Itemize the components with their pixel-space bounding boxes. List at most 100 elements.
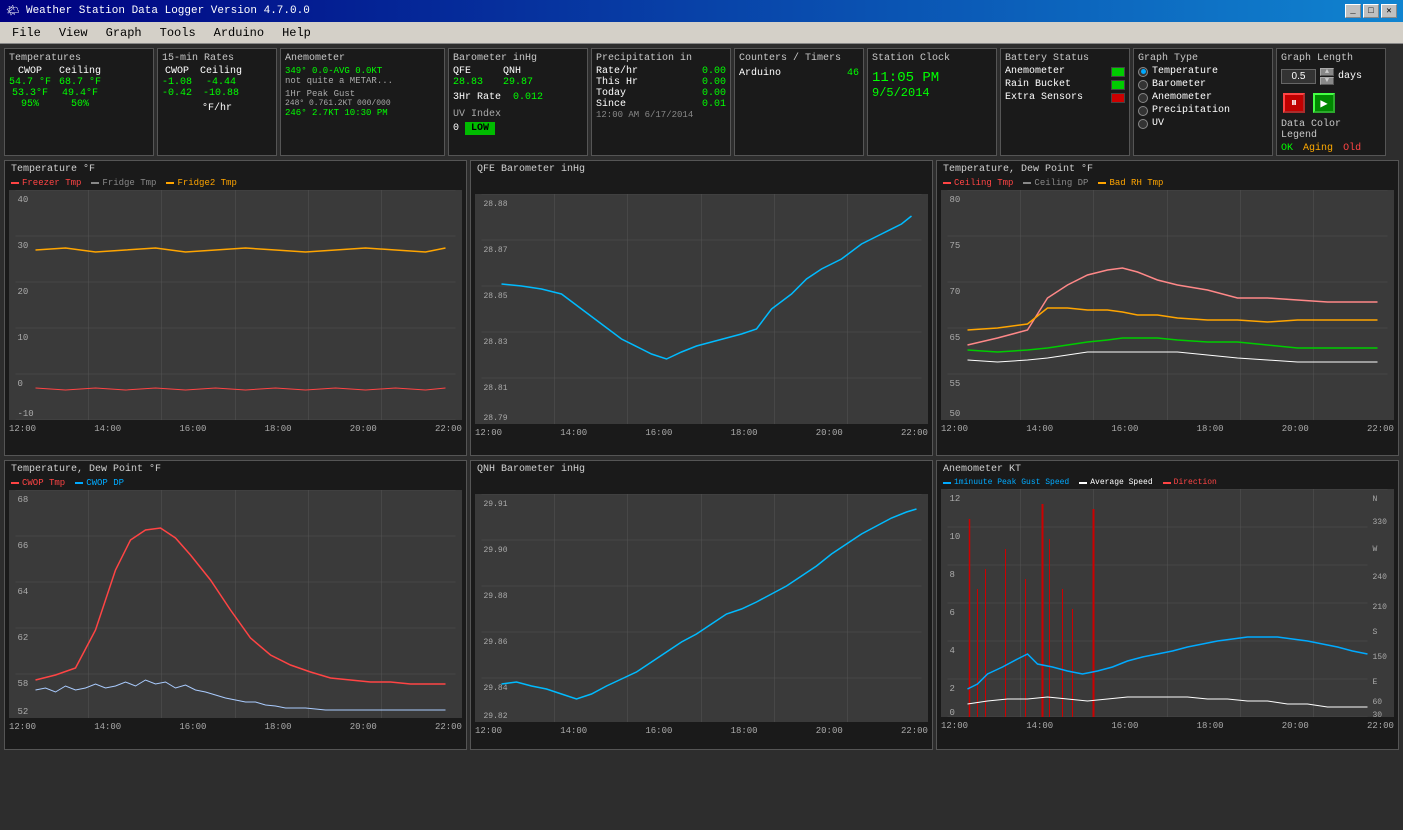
battery-anemometer-led: [1111, 67, 1125, 77]
clock-title: Station Clock: [872, 53, 992, 64]
svg-text:28.85: 28.85: [484, 292, 508, 301]
chart2-area: 28.88 28.87 28.85 28.83 28.81 28.79: [475, 194, 928, 424]
rates-cwop-row2: -0.42: [162, 88, 192, 99]
station-clock-panel: Station Clock 11:05 PM 9/5/2014: [867, 48, 997, 156]
chart4-svg: 68 66 64 62 58 52: [9, 490, 462, 718]
counters-title: Counters / Timers: [739, 53, 859, 64]
chart4-title: Temperature, Dew Point °F: [5, 461, 466, 476]
minimize-button[interactable]: _: [1345, 4, 1361, 18]
battery-extra-label: Extra Sensors: [1005, 92, 1083, 103]
chart6-area: 12 10 8 6 4 2 0 N 330 W 240 210 S 150 E: [941, 489, 1394, 717]
radio-precipitation-label: Precipitation: [1152, 105, 1230, 116]
play-button[interactable]: ▶: [1313, 93, 1335, 113]
chart5-legend: [471, 476, 932, 494]
close-button[interactable]: ✕: [1381, 4, 1397, 18]
counters-arduino-label: Arduino: [739, 68, 781, 79]
graph-type-uv[interactable]: UV: [1138, 118, 1268, 129]
menu-help[interactable]: Help: [274, 24, 319, 41]
chart-temp-dewpoint-top: Temperature, Dew Point °F Ceiling Tmp Ce…: [936, 160, 1399, 456]
radio-temperature[interactable]: [1138, 67, 1148, 77]
svg-text:29.86: 29.86: [484, 638, 508, 647]
menu-tools[interactable]: Tools: [152, 24, 204, 41]
menu-file[interactable]: File: [4, 24, 49, 41]
svg-text:30: 30: [1373, 711, 1383, 717]
chart5-xaxis: 12:0014:0016:0018:0020:0022:00: [471, 726, 932, 736]
data-legend-ok: OK: [1281, 143, 1293, 154]
baro-rate-label: 3Hr Rate: [453, 92, 501, 103]
title-bar: 🌤 Weather Station Data Logger Version 4.…: [0, 0, 1403, 22]
graph-type-temperature[interactable]: Temperature: [1138, 66, 1268, 77]
chart4-xaxis: 12:0014:0016:0018:0020:0022:00: [5, 722, 466, 732]
svg-text:29.88: 29.88: [484, 592, 508, 601]
barometer-title: Barometer inHg: [453, 53, 583, 64]
graph-length-down[interactable]: ▼: [1320, 77, 1334, 85]
chart6-svg: 12 10 8 6 4 2 0 N 330 W 240 210 S 150 E: [941, 489, 1394, 717]
svg-text:0: 0: [950, 708, 955, 717]
graph-type-anemometer[interactable]: Anemometer: [1138, 92, 1268, 103]
anemo-line4: 246° 2.7KT 10:30 PM: [285, 108, 440, 118]
pause-button[interactable]: ⏸: [1283, 93, 1305, 113]
radio-uv-label: UV: [1152, 118, 1164, 129]
radio-precipitation[interactable]: [1138, 106, 1148, 116]
chart2-legend: [471, 176, 932, 194]
radio-uv[interactable]: [1138, 119, 1148, 129]
svg-text:65: 65: [950, 333, 961, 343]
precip-today-label: Today: [596, 88, 626, 99]
main-content: Temperatures CWOP 54.7 °F 53.3°F 95% Cei…: [0, 44, 1403, 830]
chart1-area: 40 30 20 10 0 -10: [9, 190, 462, 420]
data-color-legend: Data Color Legend OK Aging Old: [1281, 119, 1381, 154]
svg-text:8: 8: [950, 570, 955, 580]
svg-text:50: 50: [950, 409, 961, 419]
svg-text:29.84: 29.84: [484, 684, 508, 693]
menu-view[interactable]: View: [51, 24, 96, 41]
chart3-area: 80 75 70 65 55 50: [941, 190, 1394, 420]
svg-text:58: 58: [18, 679, 29, 689]
menu-graph[interactable]: Graph: [98, 24, 150, 41]
graph-length-input[interactable]: [1281, 69, 1316, 84]
baro-qfe-val: 28.83: [453, 77, 483, 88]
radio-anemometer[interactable]: [1138, 93, 1148, 103]
svg-text:E: E: [1373, 678, 1378, 687]
svg-text:29.82: 29.82: [484, 712, 508, 721]
svg-text:29.90: 29.90: [484, 546, 508, 555]
chart2-svg: 28.88 28.87 28.85 28.83 28.81 28.79: [475, 194, 928, 424]
battery-panel: Battery Status Anemometer Rain Bucket Ex…: [1000, 48, 1130, 156]
chart3-title: Temperature, Dew Point °F: [937, 161, 1398, 176]
data-legend-old: Old: [1343, 143, 1361, 154]
rates-cwop-row1: -1.08: [162, 77, 192, 88]
menu-arduino[interactable]: Arduino: [206, 24, 272, 41]
precip-since-label: Since: [596, 99, 626, 110]
graph-type-panel: Graph Type Temperature Barometer Anemome…: [1133, 48, 1273, 156]
svg-text:28.81: 28.81: [484, 384, 508, 393]
counters-panel: Counters / Timers Arduino 46: [734, 48, 864, 156]
anemometer-panel: Anemometer 349° 0.0-AVG 0.0KT not quite …: [280, 48, 445, 156]
svg-text:66: 66: [18, 541, 29, 551]
svg-text:210: 210: [1373, 603, 1388, 612]
svg-text:29.91: 29.91: [484, 500, 508, 509]
chart3-legend1: Ceiling DP: [1034, 178, 1088, 188]
chart1-legend: Freezer Tmp Fridge Tmp Fridge2 Tmp: [5, 176, 466, 190]
graph-length-up[interactable]: ▲: [1320, 68, 1334, 76]
temp-ceiling-row2: 49.4°F: [62, 88, 98, 99]
graph-length-unit: days: [1338, 71, 1362, 82]
chart2-title: QFE Barometer inHg: [471, 161, 932, 176]
maximize-button[interactable]: □: [1363, 4, 1379, 18]
svg-text:0: 0: [18, 379, 23, 389]
battery-title: Battery Status: [1005, 53, 1125, 64]
battery-rain-led: [1111, 80, 1125, 90]
chart4-area: 68 66 64 62 58 52: [9, 490, 462, 718]
temperatures-title: Temperatures: [9, 53, 149, 64]
chart1-svg: 40 30 20 10 0 -10: [9, 190, 462, 420]
svg-text:28.88: 28.88: [484, 200, 508, 209]
chart4-legend1: CWOP DP: [86, 478, 124, 488]
precip-since-date: 12:00 AM 6/17/2014: [596, 110, 726, 120]
precip-title: Precipitation in: [596, 53, 726, 64]
chart6-xaxis: 12:0014:0016:0018:0020:0022:00: [937, 721, 1398, 731]
graph-type-precipitation[interactable]: Precipitation: [1138, 105, 1268, 116]
chart5-svg: 29.91 29.90 29.88 29.86 29.84 29.82: [475, 494, 928, 722]
radio-barometer[interactable]: [1138, 80, 1148, 90]
chart3-legend2: Bad RH Tmp: [1109, 178, 1163, 188]
battery-rain-label: Rain Bucket: [1005, 79, 1071, 90]
graph-type-barometer[interactable]: Barometer: [1138, 79, 1268, 90]
svg-text:55: 55: [950, 379, 961, 389]
